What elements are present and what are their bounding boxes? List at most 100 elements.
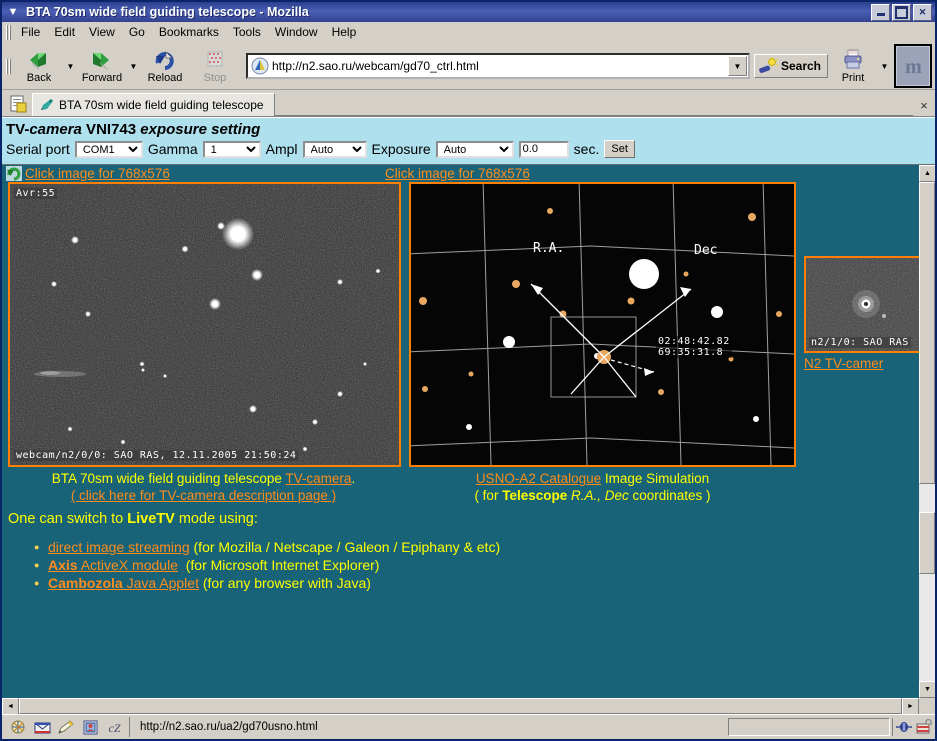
- tab-favicon: [39, 98, 55, 112]
- stop-label: Stop: [203, 71, 227, 84]
- page-icon: [251, 57, 269, 75]
- tv-camera-link[interactable]: TV-camera: [285, 471, 351, 486]
- tab-close-button[interactable]: ×: [913, 94, 935, 116]
- back-dropdown[interactable]: ▼: [64, 45, 77, 87]
- gamma-select[interactable]: 1: [202, 140, 261, 158]
- vertical-scroll-thumb[interactable]: [919, 182, 935, 484]
- chatzilla-icon[interactable]: cZ: [106, 720, 123, 735]
- ampl-select[interactable]: Auto: [302, 140, 367, 158]
- window-menu-icon[interactable]: ▼: [4, 4, 22, 20]
- panel-title: TV-camera VNI743 exposure setting: [6, 120, 935, 140]
- menu-bar: File Edit View Go Bookmarks Tools Window…: [2, 22, 935, 43]
- title-bar: ▼ BTA 70sm wide field guiding telescope …: [2, 2, 935, 22]
- menu-help[interactable]: Help: [325, 23, 364, 41]
- link-right-fullsize[interactable]: Click image for 768x576: [385, 166, 530, 181]
- horizontal-scroll-track[interactable]: [19, 698, 902, 714]
- direct-image-streaming-link[interactable]: direct image streaming: [48, 539, 190, 555]
- serial-port-select[interactable]: COM1: [74, 140, 143, 158]
- livetv-section: One can switch to LiveTV mode using: dir…: [2, 505, 919, 591]
- tab-active[interactable]: BTA 70sm wide field guiding telescope: [32, 93, 275, 116]
- navigator-icon[interactable]: [10, 720, 27, 735]
- maximize-button[interactable]: [892, 3, 911, 21]
- menu-file[interactable]: File: [14, 23, 47, 41]
- ampl-label: Ampl: [265, 141, 298, 157]
- set-button[interactable]: Set: [604, 140, 635, 158]
- menu-view[interactable]: View: [82, 23, 122, 41]
- vertical-scrollbar[interactable]: ▲ ▼: [919, 165, 935, 698]
- mail-icon[interactable]: [34, 720, 51, 735]
- search-button[interactable]: Search: [753, 54, 828, 78]
- menu-tools[interactable]: Tools: [226, 23, 268, 41]
- security-lock-icon[interactable]: [915, 719, 933, 736]
- caption-left-pre: BTA 70sm wide field guiding telescope: [51, 471, 286, 486]
- livetv-note-2: (for any browser with Java): [202, 575, 371, 591]
- status-bar: cZ http://n2.sao.ru/ua2/gd70usno.html: [2, 714, 935, 739]
- minimize-button[interactable]: [871, 3, 890, 21]
- cambozola-link-bold[interactable]: Cambozola: [48, 575, 123, 591]
- back-button[interactable]: Back: [14, 45, 64, 87]
- exposure-seconds-input[interactable]: [518, 140, 569, 158]
- tab-label: BTA 70sm wide field guiding telescope: [59, 98, 264, 112]
- address-book-icon[interactable]: [82, 720, 99, 735]
- n2-thumbnail-image[interactable]: n2/1/0: SAO RAS: [804, 256, 919, 353]
- mozilla-logo-icon[interactable]: m: [894, 44, 932, 88]
- chart-dec-label: Dec: [694, 243, 717, 258]
- panel-title-post: exposure setting: [140, 121, 261, 138]
- scroll-right-button[interactable]: ►: [902, 698, 919, 714]
- usno-simulation-image[interactable]: R.A. Dec 02:48:42.82 69:35:31.8: [409, 182, 796, 467]
- reload-button[interactable]: Reload: [140, 45, 190, 87]
- print-button[interactable]: Print: [828, 45, 878, 87]
- url-bar[interactable]: http://n2.sao.ru/webcam/gd70_ctrl.html ▼: [246, 53, 750, 79]
- scrollbar-corner: [919, 698, 935, 714]
- svg-text:m: m: [905, 56, 922, 78]
- camera-footer-overlay: webcam/n2/0/0: SAO RAS, 12.11.2005 21:50…: [14, 450, 299, 461]
- stop-icon: [203, 49, 227, 71]
- new-tab-icon[interactable]: [8, 94, 28, 114]
- menu-window[interactable]: Window: [268, 23, 325, 41]
- vertical-scroll-thumb-2[interactable]: [919, 512, 935, 574]
- cambozola-applet-link[interactable]: Java Applet: [123, 575, 199, 591]
- camera-avr-overlay: Avr:55: [14, 188, 58, 199]
- chart-coord-ra: 02:48:42.82: [658, 336, 730, 347]
- axis-activex-link[interactable]: ActiveX module: [78, 557, 178, 573]
- composer-icon[interactable]: [58, 719, 75, 735]
- menu-edit[interactable]: Edit: [47, 23, 82, 41]
- forward-dropdown[interactable]: ▼: [127, 45, 140, 87]
- exposure-select[interactable]: Auto: [435, 140, 514, 158]
- horizontal-scroll-thumb[interactable]: [19, 698, 902, 714]
- caption-left-line2: ( click here for TV-camera description p…: [8, 487, 399, 505]
- scroll-left-button[interactable]: ◄: [2, 698, 19, 714]
- stop-button[interactable]: Stop: [190, 45, 240, 87]
- caption-right-line1: USNO-A2 Catalogue Image Simulation: [399, 467, 786, 487]
- print-dropdown[interactable]: ▼: [878, 45, 891, 87]
- tv-camera-description-link[interactable]: ( click here for TV-camera description p…: [71, 488, 336, 503]
- vertical-scroll-track[interactable]: [919, 182, 935, 681]
- n2-tv-camera-link[interactable]: N2 TV-camer: [804, 353, 919, 371]
- n2-thumbnail-overlay: n2/1/0: SAO RAS: [809, 337, 911, 348]
- axis-link-bold[interactable]: Axis: [48, 557, 78, 573]
- menu-go[interactable]: Go: [122, 23, 152, 41]
- forward-label: Forward: [81, 71, 123, 84]
- caption-right-close: coordinates ): [628, 488, 711, 503]
- menu-bookmarks[interactable]: Bookmarks: [152, 23, 226, 41]
- toolbar-grip[interactable]: [6, 58, 11, 74]
- panel-title-model: VNI743: [81, 121, 141, 138]
- captions-row: BTA 70sm wide field guiding telescope TV…: [2, 467, 919, 505]
- caption-left-post: .: [351, 471, 356, 486]
- connection-status-icon[interactable]: [895, 719, 913, 736]
- tv-camera-image[interactable]: Avr:55 webcam/n2/0/0: SAO RAS, 12.11.200…: [8, 182, 401, 467]
- url-dropdown-icon[interactable]: ▼: [727, 56, 747, 76]
- gamma-label: Gamma: [147, 141, 198, 157]
- scroll-down-button[interactable]: ▼: [919, 681, 935, 698]
- menu-grip[interactable]: [6, 24, 11, 40]
- livetv-note-1: (for Microsoft Internet Explorer): [185, 557, 380, 573]
- horizontal-scrollbar[interactable]: ◄ ►: [2, 698, 935, 714]
- close-button[interactable]: ✕: [913, 3, 932, 21]
- usno-catalogue-link[interactable]: USNO-A2 Catalogue: [476, 471, 601, 486]
- scroll-up-button[interactable]: ▲: [919, 165, 935, 182]
- progress-meter: [728, 718, 890, 736]
- panel-title-camera: camera: [29, 121, 82, 138]
- link-left-fullsize[interactable]: Click image for 768x576: [25, 166, 385, 181]
- forward-button[interactable]: Forward: [77, 45, 127, 87]
- window-title: BTA 70sm wide field guiding telescope - …: [26, 5, 309, 19]
